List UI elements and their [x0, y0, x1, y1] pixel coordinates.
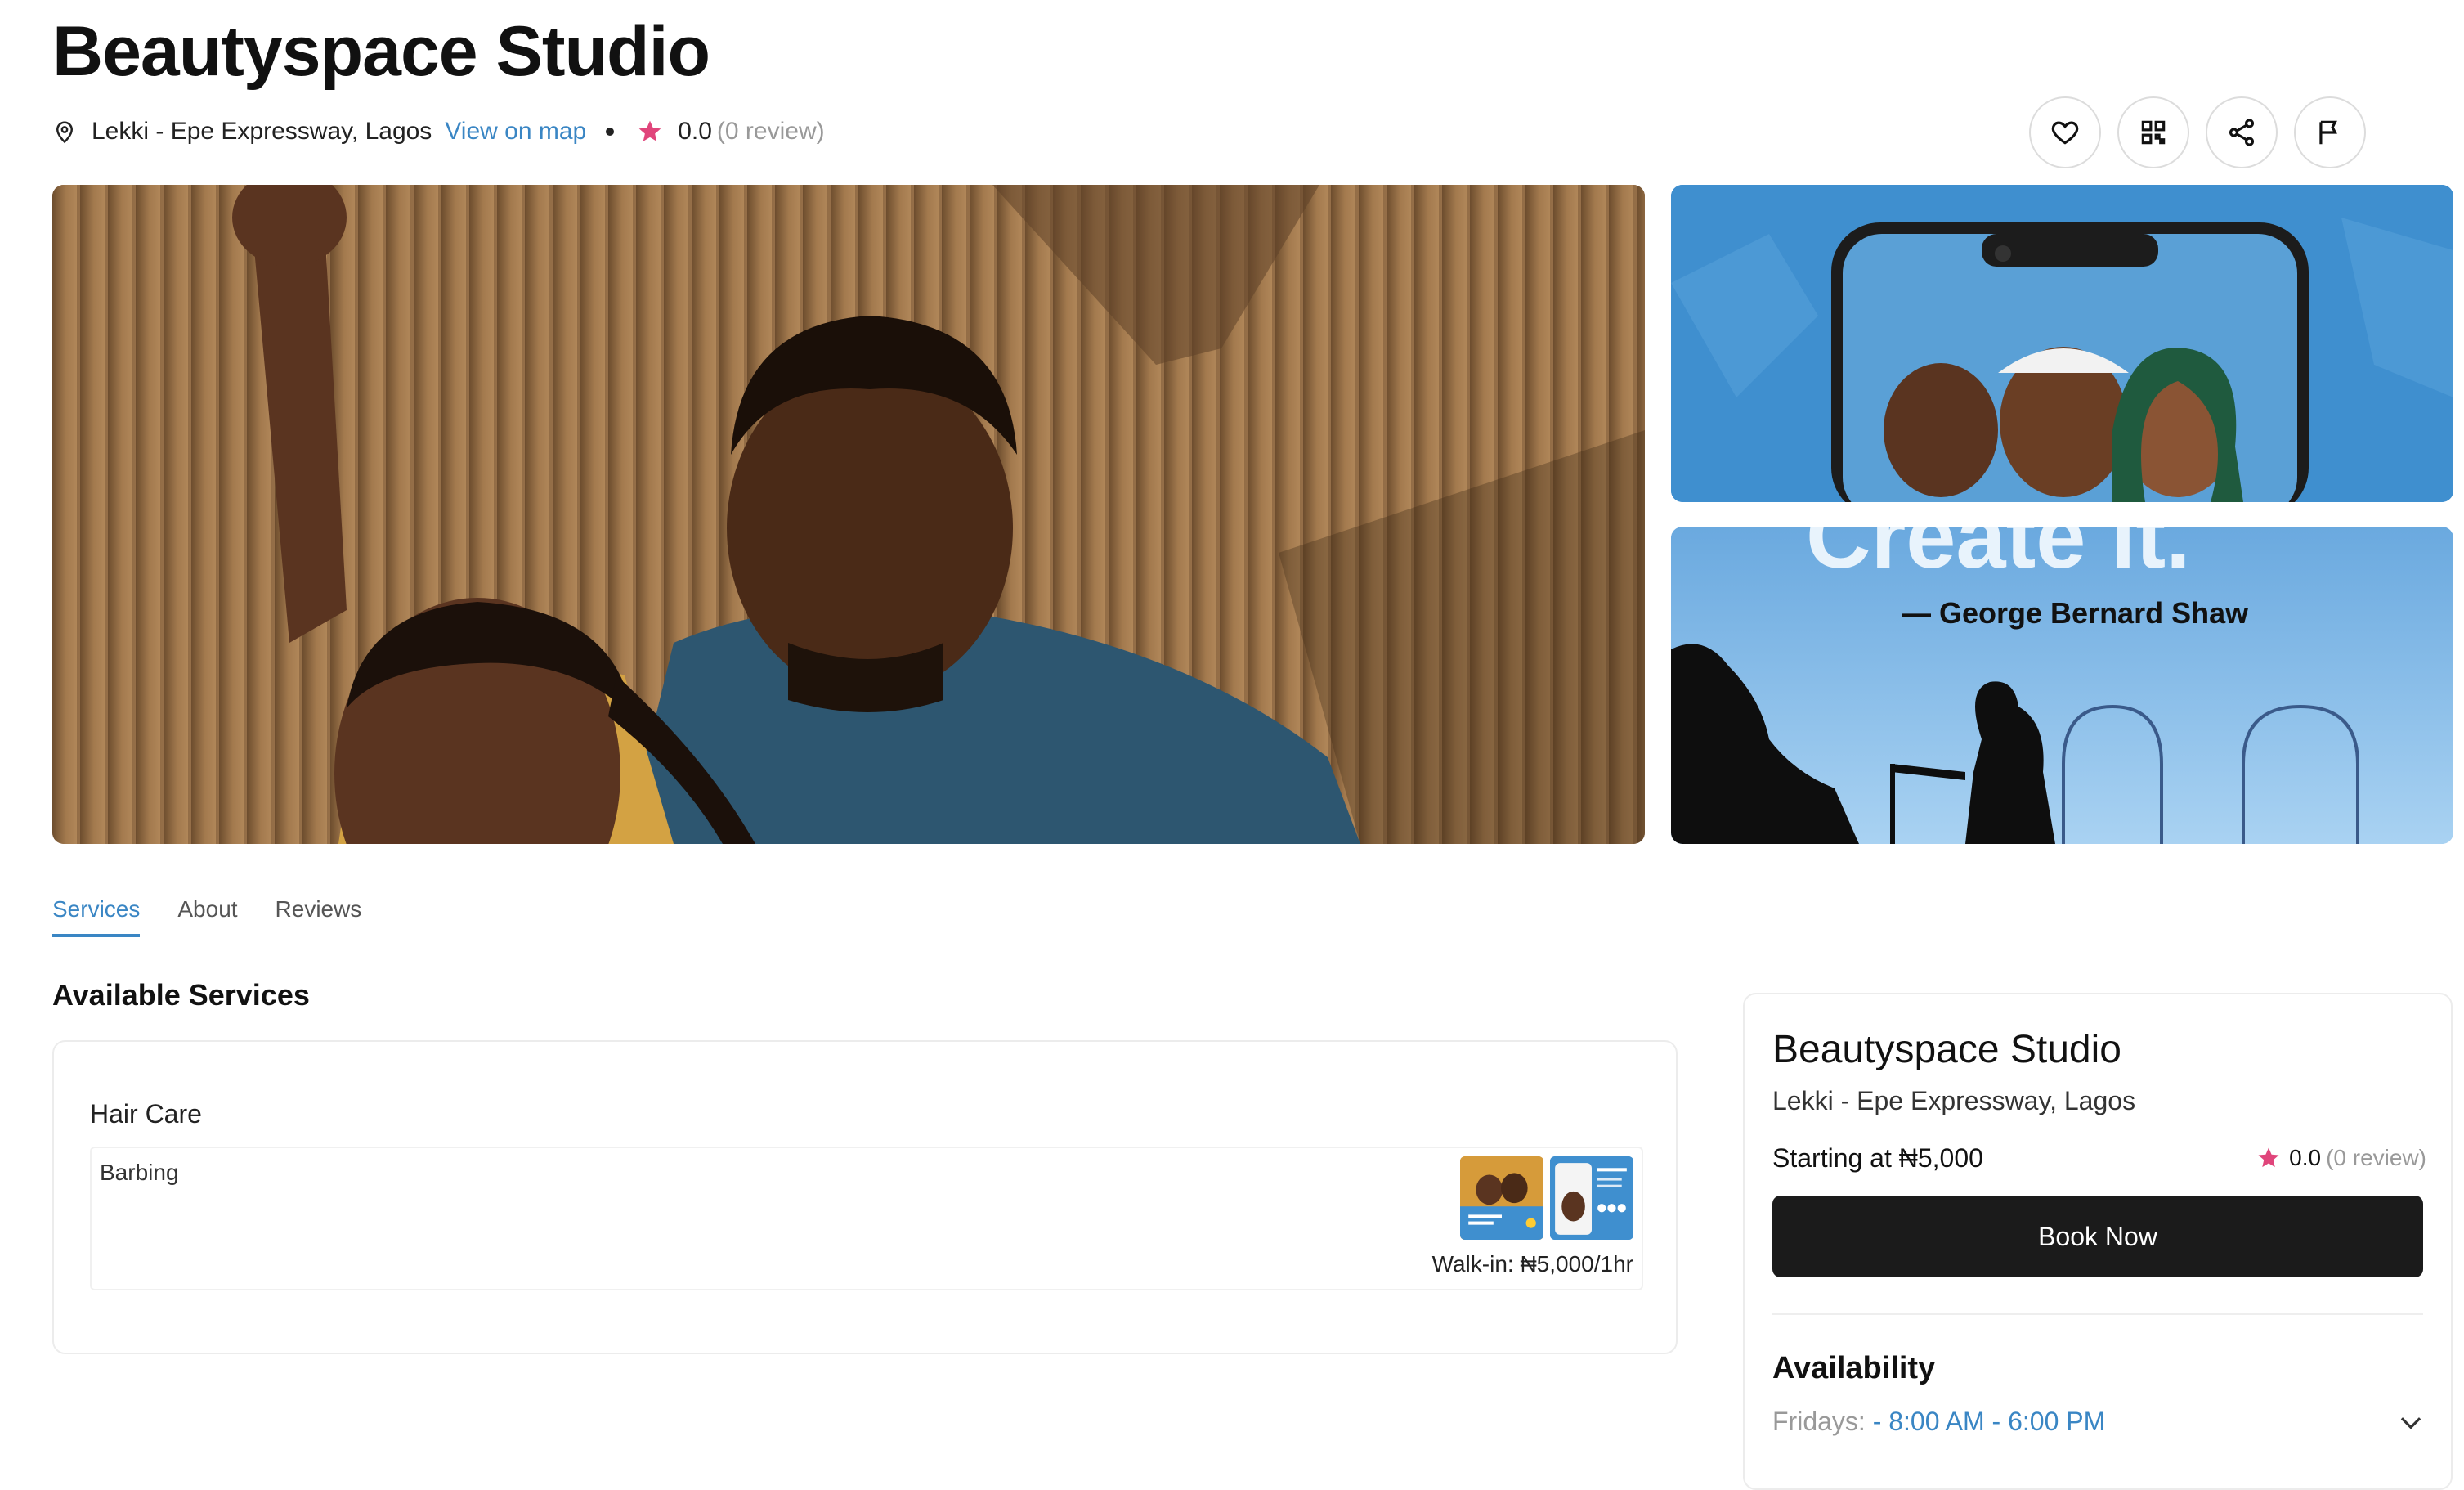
view-on-map-link[interactable]: View on map — [445, 118, 586, 146]
gallery-main-photo[interactable] — [52, 185, 1645, 844]
favorite-button[interactable] — [2029, 96, 2101, 168]
phone-family-photo — [1671, 185, 2453, 502]
availability-title: Availability — [1772, 1351, 1936, 1385]
service-category-title: Hair Care — [90, 1099, 202, 1129]
share-button[interactable] — [2206, 96, 2278, 168]
tab-about[interactable]: About — [177, 896, 237, 937]
service-thumbnail[interactable] — [1550, 1156, 1633, 1240]
quote-author: — George Bernard Shaw — [1902, 596, 2249, 630]
available-services-heading: Available Services — [52, 978, 310, 1012]
report-button[interactable] — [2294, 96, 2366, 168]
tab-bar: Services About Reviews — [52, 896, 361, 937]
booking-rating: 0.0 (0 review) — [2256, 1145, 2426, 1171]
availability-day: Fridays: — [1772, 1407, 1873, 1436]
separator-dot — [606, 128, 615, 136]
qr-code-button[interactable] — [2117, 96, 2189, 168]
chevron-down-icon[interactable] — [2395, 1407, 2426, 1438]
service-name: Barbing — [100, 1160, 179, 1185]
availability-row[interactable]: Fridays: - 8:00 AM - 6:00 PM — [1772, 1407, 2105, 1437]
flag-icon — [2319, 120, 2337, 145]
tab-reviews[interactable]: Reviews — [276, 896, 362, 937]
gallery-photo-quote[interactable]: Create it. — George Bernard Shaw — [1671, 527, 2453, 844]
qr-code-icon — [2141, 120, 2166, 145]
booking-card: Beautyspace Studio Lekki - Epe Expresswa… — [1743, 993, 2453, 1490]
services-card: Hair Care Barbing Walk-in: ₦5,000/1hr — [52, 1040, 1678, 1354]
booking-review-count[interactable]: (0 review) — [2326, 1145, 2426, 1171]
divider — [1772, 1313, 2423, 1315]
page-title: Beautyspace Studio — [52, 12, 710, 91]
location-pin-icon — [56, 121, 74, 144]
quote-hiker-photo: Create it. — George Bernard Shaw — [1671, 527, 2453, 844]
service-thumbnail[interactable] — [1460, 1156, 1543, 1240]
booking-business-name: Beautyspace Studio — [1772, 1028, 2121, 1071]
availability-hours: - 8:00 AM - 6:00 PM — [1872, 1407, 2106, 1436]
star-icon — [638, 120, 661, 141]
quote-fragment: Create it. — [1806, 527, 2191, 587]
booking-business-location: Lekki - Epe Expressway, Lagos — [1772, 1086, 2136, 1115]
action-buttons — [2029, 96, 2366, 168]
gallery-photo-app-family[interactable] — [1671, 185, 2453, 502]
review-count[interactable]: (0 review) — [717, 118, 825, 146]
star-icon — [2258, 1147, 2279, 1168]
business-location: Lekki - Epe Expressway, Lagos — [92, 118, 432, 145]
business-meta: Lekki - Epe Expressway, Lagos View on ma… — [52, 118, 825, 146]
book-now-button[interactable]: Book Now — [1772, 1196, 2423, 1277]
starting-price: Starting at ₦5,000 — [1772, 1143, 1983, 1173]
service-price: Walk-in: ₦5,000/1hr — [1431, 1251, 1633, 1277]
share-icon — [2229, 119, 2255, 146]
booking-rating-value: 0.0 — [2289, 1145, 2322, 1170]
rating-value: 0.0 — [678, 118, 712, 145]
service-item-barbing[interactable]: Barbing Walk-in: ₦5,000/1hr — [90, 1147, 1643, 1290]
father-daughter-photo — [52, 185, 1645, 844]
heart-icon — [2051, 121, 2079, 145]
tab-services[interactable]: Services — [52, 896, 141, 937]
